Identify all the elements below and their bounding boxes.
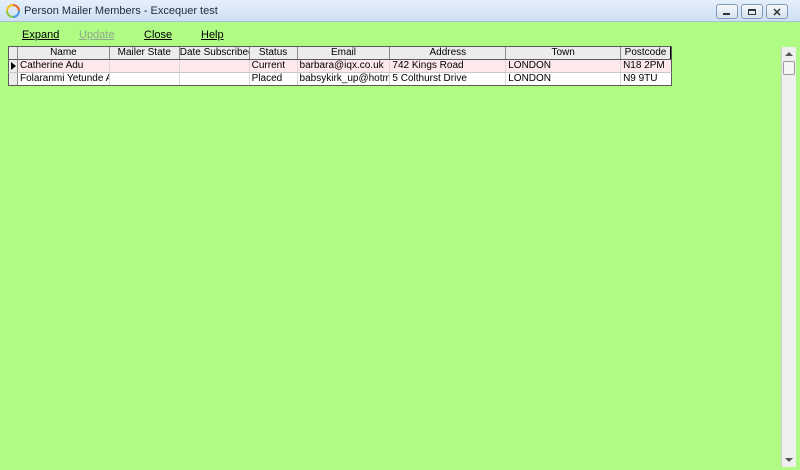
- column-header-postcode[interactable]: Postcode: [621, 47, 671, 59]
- cell-town[interactable]: LONDON: [506, 73, 622, 85]
- minimize-icon: [723, 13, 730, 15]
- menu-help[interactable]: Help: [201, 29, 224, 41]
- vertical-scrollbar[interactable]: [781, 47, 796, 467]
- column-header-date-subscribed[interactable]: Date Subscribed: [180, 47, 250, 59]
- cell-postcode[interactable]: N18 2PM: [621, 60, 671, 72]
- client-area: Expand Update Close Help Name Mailer Sta…: [0, 22, 800, 470]
- members-grid: Name Mailer State Date Subscribed Status…: [8, 46, 672, 86]
- column-header-address[interactable]: Address: [390, 47, 507, 59]
- close-window-button[interactable]: [766, 4, 788, 19]
- cell-email[interactable]: barbara@iqx.co.uk: [298, 60, 391, 72]
- cell-mailer-state[interactable]: [110, 73, 180, 85]
- scroll-down-arrow-icon[interactable]: [785, 458, 793, 462]
- cell-date-subscribed[interactable]: [180, 73, 250, 85]
- maximize-button[interactable]: [741, 4, 763, 19]
- menu-bar: Expand Update Close Help: [0, 29, 800, 43]
- cell-mailer-state[interactable]: [110, 60, 180, 72]
- cell-status[interactable]: Placed: [250, 73, 298, 85]
- close-icon: [773, 8, 781, 16]
- maximize-icon: [748, 9, 756, 15]
- menu-expand[interactable]: Expand: [22, 29, 59, 41]
- column-header-name[interactable]: Name: [18, 47, 110, 59]
- row-selector[interactable]: [9, 73, 18, 85]
- cell-postcode[interactable]: N9 9TU: [621, 73, 671, 85]
- cell-address[interactable]: 5 Colthurst Drive: [390, 73, 507, 85]
- column-header-town[interactable]: Town: [506, 47, 622, 59]
- grid-header: Name Mailer State Date Subscribed Status…: [8, 46, 672, 60]
- scroll-thumb[interactable]: [783, 61, 795, 75]
- cell-name[interactable]: Catherine Adu: [18, 60, 110, 72]
- cell-name[interactable]: Folaranmi Yetunde Akin...: [18, 73, 110, 85]
- window-controls: [716, 4, 788, 19]
- row-selector[interactable]: [9, 60, 18, 72]
- column-header-email[interactable]: Email: [298, 47, 391, 59]
- cell-date-subscribed[interactable]: [180, 60, 250, 72]
- minimize-button[interactable]: [716, 4, 738, 19]
- table-row[interactable]: Catherine Adu Current barbara@iqx.co.uk …: [8, 60, 672, 73]
- table-row[interactable]: Folaranmi Yetunde Akin... Placed babsyki…: [8, 73, 672, 86]
- cell-address[interactable]: 742 Kings Road: [390, 60, 507, 72]
- column-header-mailer-state[interactable]: Mailer State: [110, 47, 180, 59]
- header-selector: [9, 47, 18, 59]
- scroll-up-arrow-icon[interactable]: [785, 52, 793, 56]
- menu-update[interactable]: Update: [79, 29, 114, 41]
- column-header-status[interactable]: Status: [250, 47, 298, 59]
- cell-status[interactable]: Current: [250, 60, 298, 72]
- cell-email[interactable]: babsykirk_up@hotmail....: [298, 73, 391, 85]
- cell-town[interactable]: LONDON: [506, 60, 622, 72]
- app-swirl-icon: [6, 4, 20, 18]
- window-title: Person Mailer Members - Excequer test: [24, 5, 218, 17]
- title-bar: Person Mailer Members - Excequer test: [0, 0, 800, 22]
- current-row-arrow-icon: [11, 62, 16, 70]
- menu-close[interactable]: Close: [144, 29, 172, 41]
